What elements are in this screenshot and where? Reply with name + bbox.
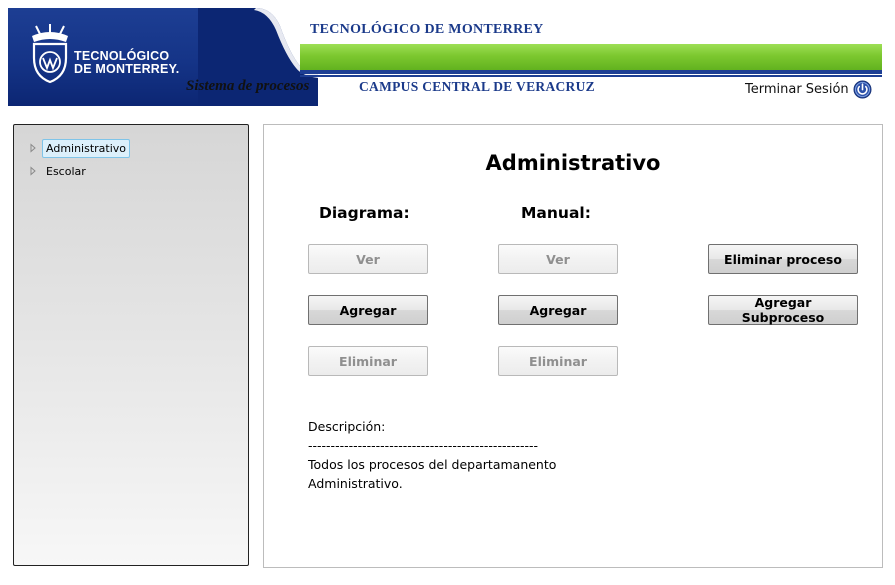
diagram-heading: Diagrama: xyxy=(319,204,410,222)
logo-text: TECNOLÓGICO DE MONTERREY. xyxy=(74,50,179,76)
description-line-2: Administrativo. xyxy=(308,476,403,491)
description-separator: ----------------------------------------… xyxy=(308,438,539,453)
manual-heading: Manual: xyxy=(521,204,591,222)
band-blue-line-thin xyxy=(300,75,882,77)
campus-name: CAMPUS CENTRAL DE VERACRUZ xyxy=(359,79,595,94)
institution-title: TECNOLÓGICO DE MONTERREY xyxy=(310,22,544,37)
diagram-delete-button[interactable]: Eliminar xyxy=(308,346,428,376)
delete-process-button[interactable]: Eliminar proceso xyxy=(708,244,858,274)
system-name: Sistema de procesos xyxy=(186,78,310,94)
description-label: Descripción: xyxy=(308,419,386,434)
diagram-add-button[interactable]: Agregar xyxy=(308,295,428,325)
tree-item-label[interactable]: Administrativo xyxy=(42,138,131,158)
tree-item-administrativo[interactable]: Administrativo xyxy=(28,138,131,158)
process-tree-panel: Administrativo Escolar xyxy=(13,124,249,566)
process-detail-panel: Administrativo Diagrama: Manual: Ver Agr… xyxy=(263,124,883,568)
expand-arrow-icon[interactable] xyxy=(28,166,38,176)
power-icon[interactable] xyxy=(853,80,872,99)
page-title: Administrativo xyxy=(485,151,661,175)
description-line-1: Todos los procesos del departamanento xyxy=(308,457,557,472)
band-green xyxy=(300,44,882,70)
tree-item-escolar[interactable]: Escolar xyxy=(28,161,90,181)
manual-delete-button[interactable]: Eliminar xyxy=(498,346,618,376)
process-description: Descripción: ---------------------------… xyxy=(308,417,556,493)
logout-link[interactable]: Terminar Sesión xyxy=(745,80,872,99)
institution-seal-icon xyxy=(32,24,68,84)
manual-view-button[interactable]: Ver xyxy=(498,244,618,274)
tree-item-label[interactable]: Escolar xyxy=(42,162,90,181)
expand-arrow-icon[interactable] xyxy=(28,143,38,153)
logo-line-2: DE MONTERREY. xyxy=(74,62,180,76)
manual-add-button[interactable]: Agregar xyxy=(498,295,618,325)
logout-label: Terminar Sesión xyxy=(745,82,849,97)
add-subprocess-button[interactable]: Agregar Subproceso xyxy=(708,295,858,325)
diagram-view-button[interactable]: Ver xyxy=(308,244,428,274)
band-blue-line xyxy=(300,70,882,74)
